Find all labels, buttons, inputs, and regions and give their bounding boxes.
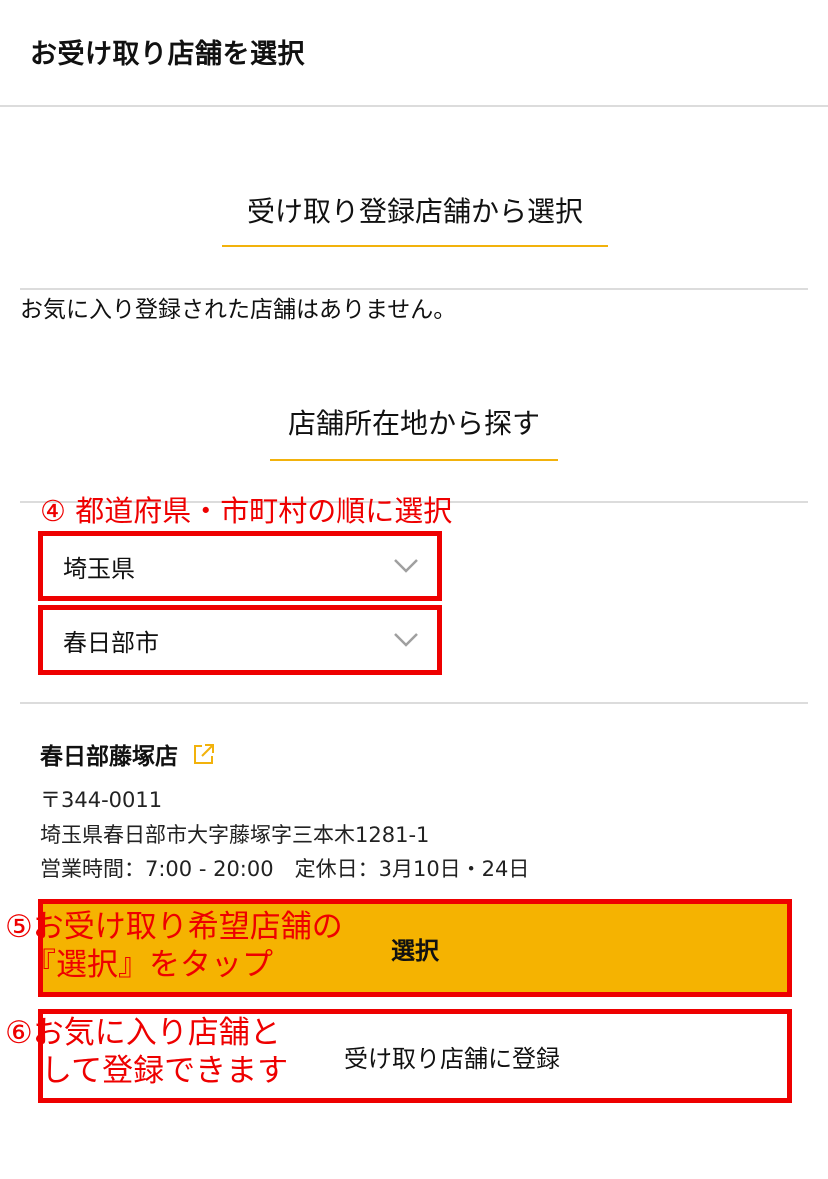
prefecture-select[interactable]: 埼玉県 xyxy=(38,531,442,601)
location-section-underline xyxy=(270,459,558,461)
registered-section-underline xyxy=(222,245,608,247)
register-store-button-label: 受け取り店舗に登録 xyxy=(344,1044,560,1073)
chevron-down-icon xyxy=(394,559,418,573)
annotation-step5-line1: ⑤お受け取り希望店舗の xyxy=(5,909,343,945)
header-divider xyxy=(0,105,828,107)
page-title: お受け取り店舗を選択 xyxy=(30,39,305,70)
annotation-step6-line1: ⑥お気に入り店舗と xyxy=(5,1015,281,1051)
select-store-button-label: 選択 xyxy=(391,936,439,965)
store-postal-code: 〒344-0011 xyxy=(40,788,163,812)
chevron-down-icon xyxy=(394,633,418,647)
annotation-step6: ⑥お気に入り店舗と して登録できます xyxy=(5,1014,288,1090)
city-select[interactable]: 春日部市 xyxy=(38,605,442,675)
empty-favorites-message: お気に入り登録された店舗はありません。 xyxy=(20,297,457,323)
store-list-divider xyxy=(20,702,808,704)
location-section-title: 店舗所在地から探す xyxy=(287,407,540,440)
prefecture-select-value: 埼玉県 xyxy=(63,554,135,583)
annotation-step6-line2: して登録できます xyxy=(41,1053,289,1089)
registered-section-title: 受け取り登録店舗から選択 xyxy=(246,195,583,228)
city-select-value: 春日部市 xyxy=(63,628,159,657)
store-address: 埼玉県春日部市大字藤塚字三本木1281-1 xyxy=(40,823,430,847)
external-link-icon[interactable] xyxy=(192,742,216,766)
annotation-step4: ④ 都道府県・市町村の順に選択 xyxy=(40,494,453,528)
annotation-step5-line2: 『選択』をタップ xyxy=(25,947,273,983)
store-name[interactable]: 春日部藤塚店 xyxy=(40,737,178,771)
store-hours: 営業時間：7:00 - 20:00 定休日：3月10日・24日 xyxy=(40,857,530,881)
store-name-row[interactable]: 春日部藤塚店 xyxy=(40,737,216,771)
annotation-step5: ⑤お受け取り希望店舗の 『選択』をタップ xyxy=(5,908,343,984)
